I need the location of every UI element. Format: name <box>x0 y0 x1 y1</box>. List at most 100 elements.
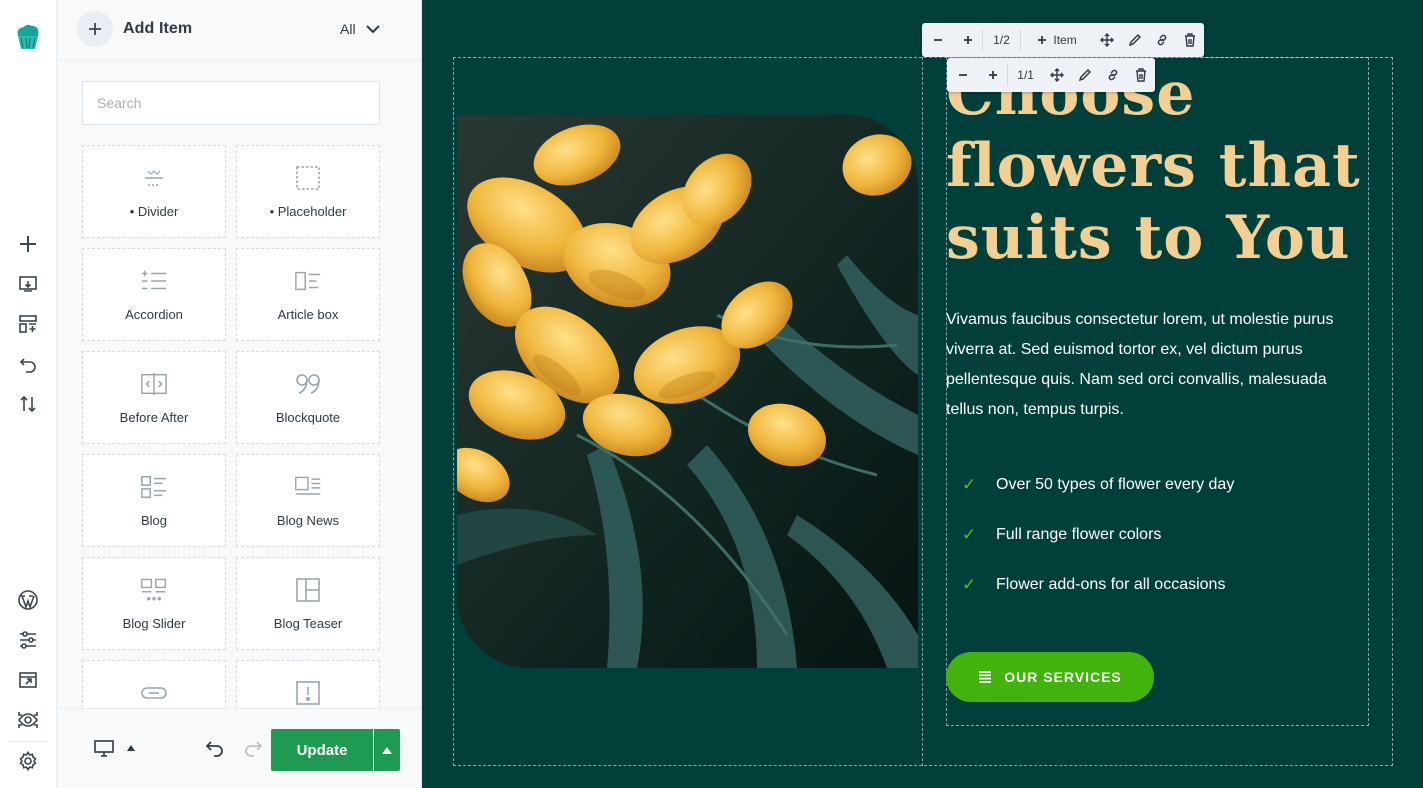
feature-text: Over 50 types of flower every day <box>996 476 1235 493</box>
tile-blog-teaser[interactable]: Blog Teaser <box>236 557 380 650</box>
gear-icon[interactable] <box>16 749 40 773</box>
add-item-panel: Add Item All • Divider • Placeholder Acc… <box>57 0 422 788</box>
move-icon <box>1050 68 1065 82</box>
tile-label: Blog <box>140 513 168 528</box>
move-button[interactable] <box>1093 23 1121 57</box>
desktop-icon <box>94 740 114 757</box>
placeholder-icon <box>294 164 322 192</box>
duplicate-button[interactable] <box>1148 23 1176 57</box>
add-item-toolbar-button[interactable]: Item <box>1021 23 1093 57</box>
icon-rail <box>0 0 57 788</box>
plus-icon <box>963 36 972 44</box>
device-switcher[interactable] <box>93 739 135 757</box>
tile-button[interactable] <box>82 660 226 708</box>
settings-sliders-icon[interactable] <box>16 628 40 652</box>
add-icon[interactable] <box>16 232 40 256</box>
plus-icon <box>988 71 997 79</box>
article-box-icon <box>294 267 322 295</box>
before-after-icon <box>140 370 168 398</box>
delete-button[interactable] <box>1176 23 1204 57</box>
column-divider <box>922 57 923 766</box>
add-item-button[interactable] <box>77 11 113 47</box>
search-input[interactable] <box>82 81 380 125</box>
feature-item[interactable]: ✓ Flower add-ons for all occasions <box>962 575 1362 595</box>
tile-alert[interactable] <box>236 660 380 708</box>
hero-paragraph[interactable]: Vivamus faucibus consectetur lorem, ut m… <box>946 305 1366 425</box>
trash-icon <box>1136 68 1147 82</box>
plus-icon <box>89 23 101 35</box>
element-grid: • Divider • Placeholder Accordion Articl… <box>82 145 380 708</box>
flower-image[interactable] <box>457 115 918 668</box>
tile-label: • Placeholder <box>269 204 347 219</box>
add-item-label: Item <box>1053 33 1077 47</box>
caret-up-icon <box>127 745 135 751</box>
our-services-button[interactable]: OUR SERVICES <box>946 652 1154 702</box>
update-options-button[interactable] <box>374 729 400 771</box>
column-size-label: 1/2 <box>993 33 1010 47</box>
blog-slider-icon <box>140 576 168 604</box>
app-logo-icon[interactable] <box>14 22 42 52</box>
tile-label: Before After <box>119 410 189 425</box>
feature-text: Full range flower colors <box>996 526 1162 543</box>
edit-button[interactable] <box>1121 23 1149 57</box>
tile-label: Blog Teaser <box>273 616 343 631</box>
update-button[interactable]: Update <box>271 729 373 771</box>
blog-news-icon <box>294 473 322 501</box>
export-window-icon[interactable] <box>16 668 40 692</box>
element-size-label: 1/1 <box>1017 68 1034 82</box>
check-icon: ✓ <box>962 475 977 494</box>
move-button[interactable] <box>1044 58 1072 92</box>
feature-text: Flower add-ons for all occasions <box>996 576 1226 593</box>
category-filter-dropdown[interactable]: All <box>340 21 380 37</box>
element-toolbar: 1/1 <box>947 58 1155 92</box>
edit-button[interactable] <box>1071 58 1099 92</box>
tile-before-after[interactable]: Before After <box>82 351 226 444</box>
duplicate-icon <box>1157 34 1167 46</box>
feature-item[interactable]: ✓ Full range flower colors <box>962 525 1362 545</box>
column-toolbar: 1/2 Item <box>922 23 1204 57</box>
sort-icon[interactable] <box>16 392 40 416</box>
category-filter-value: All <box>340 21 356 37</box>
expand-button[interactable] <box>954 23 982 57</box>
pencil-icon <box>1128 33 1141 47</box>
wordpress-icon[interactable] <box>16 588 40 612</box>
blockquote-icon <box>294 370 322 398</box>
button-icon <box>140 679 168 707</box>
delete-button[interactable] <box>1127 58 1155 92</box>
tile-label: Article box <box>277 307 339 322</box>
undo-button[interactable] <box>205 739 225 762</box>
import-icon[interactable] <box>16 272 40 296</box>
layout-add-icon[interactable] <box>16 312 40 336</box>
shrink-button[interactable] <box>922 23 954 57</box>
minus-icon <box>958 74 967 76</box>
shrink-button[interactable] <box>947 58 979 92</box>
pencil-icon <box>1079 68 1092 82</box>
undo-history-icon[interactable] <box>16 352 40 376</box>
preview-eye-icon[interactable] <box>16 708 40 732</box>
tile-label: • Divider <box>129 204 179 219</box>
tile-article-box[interactable]: Article box <box>236 248 380 341</box>
tile-accordion[interactable]: Accordion <box>82 248 226 341</box>
tile-divider[interactable]: • Divider <box>82 145 226 238</box>
tile-blog[interactable]: Blog <box>82 454 226 547</box>
duplicate-button[interactable] <box>1099 58 1127 92</box>
tile-blockquote[interactable]: Blockquote <box>236 351 380 444</box>
list-icon <box>979 671 992 683</box>
feature-item[interactable]: ✓ Over 50 types of flower every day <box>962 475 1362 495</box>
rail-divider <box>8 741 48 742</box>
move-icon <box>1099 33 1114 47</box>
redo-icon <box>245 741 263 757</box>
blog-icon <box>140 473 168 501</box>
expand-button[interactable] <box>979 58 1007 92</box>
tile-placeholder[interactable]: • Placeholder <box>236 145 380 238</box>
divider-icon <box>140 164 168 192</box>
duplicate-icon <box>1108 69 1118 81</box>
panel-header: Add Item All <box>57 0 421 61</box>
redo-button[interactable] <box>243 739 263 762</box>
chevron-down-icon <box>365 24 380 33</box>
check-icon: ✓ <box>962 525 977 544</box>
tile-blog-slider[interactable]: Blog Slider <box>82 557 226 650</box>
blog-teaser-icon <box>294 576 322 604</box>
tile-blog-news[interactable]: Blog News <box>236 454 380 547</box>
trash-icon <box>1185 33 1196 47</box>
